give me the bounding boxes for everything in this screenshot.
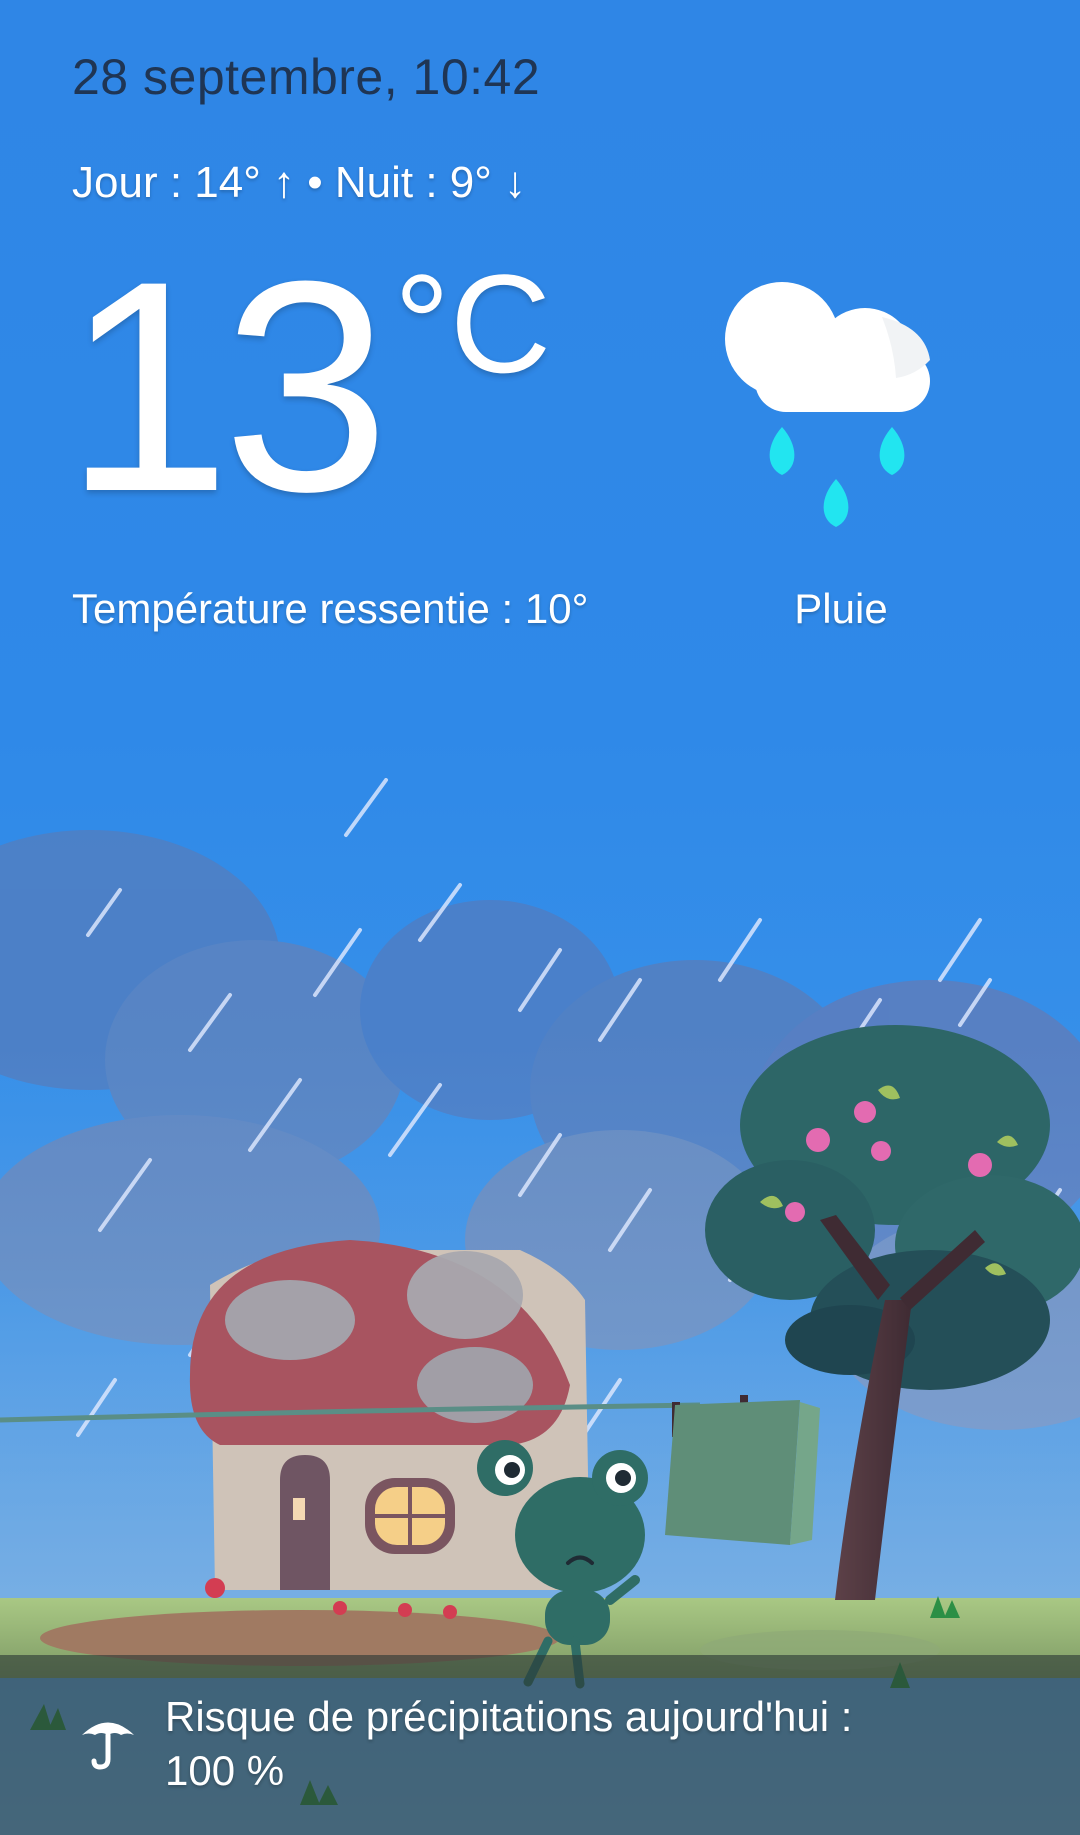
weather-condition: Pluie <box>794 585 888 632</box>
current-temperature: 13 <box>64 218 390 554</box>
current-temperature-block: 13 °C <box>64 236 624 536</box>
precipitation-chance-text: Risque de précipitations aujourd'hui : 1… <box>165 1693 853 1794</box>
date-time: 28 septembre, 10:42 <box>72 49 541 105</box>
feels-like-temperature: Température ressentie : 10° <box>72 585 589 632</box>
umbrella-icon <box>82 1722 134 1770</box>
rain-cloud-icon <box>725 282 930 527</box>
daily-min-max: Jour : 14° ↑ • Nuit : 9° ↓ <box>72 158 527 207</box>
temperature-unit: °C <box>394 245 552 402</box>
